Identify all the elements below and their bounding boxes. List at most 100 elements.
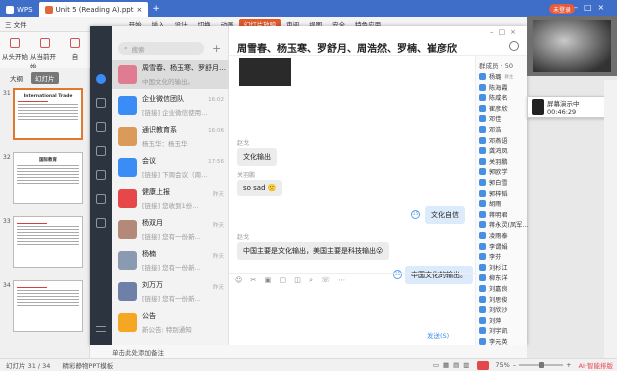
member-avatar [479,306,486,314]
conversation-item[interactable]: 通识教育系 杨玉华：杨玉华 16:06 [112,122,229,151]
camera-preview [527,16,617,76]
member-item[interactable]: 胡雨 [479,199,501,208]
view-buttons[interactable]: ▭▦▤▥ [429,361,478,369]
contacts-icon[interactable] [96,98,106,108]
member-item[interactable]: 崔彦欣 [479,104,508,113]
member-name: 郭欧学 [489,169,508,177]
member-item[interactable]: 郭梓韬 [479,189,508,198]
conversation-time: 昨天 [212,223,224,229]
member-avatar [479,115,486,123]
member-item[interactable]: 邓浩 [479,125,501,134]
wps-logo-icon [6,5,14,14]
member-item[interactable]: 杨璐 群主 [479,72,513,81]
member-item[interactable]: 邓佳 [479,114,501,123]
file-menu[interactable]: 三 文件 [0,19,32,29]
slide-number: 34 [3,282,11,289]
close-tab-icon[interactable]: × [137,6,143,14]
group-info-icon[interactable] [509,41,519,51]
custom-show-button[interactable]: 自 [60,38,90,71]
conversation-item[interactable]: 杨楠 [链接] 您有一份新... 昨天 [112,246,229,275]
notes-area[interactable]: 单击此处添加备注 [90,345,527,358]
workbench-icon[interactable] [96,170,106,180]
chat-window-controls[interactable]: –□× [490,28,521,36]
tab-slides[interactable]: 幻灯片 [31,72,59,84]
member-item[interactable]: 刘思俊 [479,295,508,304]
zoom-in-button[interactable]: + [563,361,574,369]
conversation-item[interactable]: 会议 [链接] 下周会议（周... 17:56 [112,153,229,182]
conversation-item[interactable]: 企业微信团队 [链接] 企业微信使用... 16:02 [112,91,229,120]
member-item[interactable]: 蒋明君 [479,210,508,219]
messages-icon[interactable] [96,74,106,84]
avatar [118,127,137,146]
shared-image[interactable] [239,58,291,86]
conversation-item[interactable]: 杨双月 [链接] 您有一份新... 昨天 [112,215,229,244]
member-item[interactable]: 刘欣沙 [479,305,508,314]
member-name: 胡雨 [489,201,502,209]
member-avatar [479,316,486,324]
calendar-icon[interactable] [96,122,106,132]
menu-icon[interactable] [96,326,106,332]
zoom-out-button[interactable]: – [510,361,519,369]
member-name: 刘萍 [489,317,502,325]
slide-thumbnail[interactable]: 国际教育 [13,152,83,204]
member-item[interactable]: 郭欧学 [479,167,508,176]
ai-layout-button[interactable]: AI·智能排版 [575,360,617,370]
member-item[interactable]: 刘萍 [479,316,501,325]
member-item[interactable]: 柳东洋 [479,273,508,282]
member-item[interactable]: 李芬 [479,252,501,261]
message-sender: 关羽鹏 [237,172,256,179]
member-name: 陈咸名 [489,95,508,103]
slide-thumb-title: International Trade [23,94,73,99]
screen-recording-indicator[interactable]: 屏幕演示中 00:46:29 [527,96,607,118]
read-count-badge[interactable]: 15 [411,210,420,219]
member-name: 李谓娟 [489,243,508,251]
docs-icon[interactable] [96,146,106,156]
member-avatar [479,253,486,261]
member-item[interactable]: 郭白雪 [479,178,508,187]
slide-thumbnail[interactable]: International Trade [13,88,83,140]
drive-icon[interactable] [96,218,106,228]
member-item[interactable]: 关羽鹏 [479,157,508,166]
search-input[interactable]: ⌕ 搜索 [118,42,204,55]
new-tab-button[interactable]: + [152,4,160,14]
member-item[interactable]: 龚鸿凤 [479,146,508,155]
input-toolbar[interactable]: ☺ ✂ ▣ ▢ ◫ ⌕ ☏ ⋯ [229,273,475,287]
member-item[interactable]: 刘宇凯 [479,326,508,335]
tab-outline[interactable]: 大纲 [6,72,27,84]
template-name: 精彩静物PPT模板 [62,362,114,370]
member-item[interactable]: 蒋永灵(凤军... [479,220,528,229]
title-bar: WPS Unit 5 (Reading A).ppt × + [0,0,617,17]
conversation-item[interactable]: 公告 新公告: 特别通知 [112,308,229,337]
play-from-start-button[interactable]: 从头开始 [0,38,30,71]
conversation-item[interactable]: 健康上报 [链接] 您收到1份... 昨天 [112,184,229,213]
conversation-item[interactable]: 刘万万 [链接] 您有一份新... 昨天 [112,277,229,306]
member-item[interactable]: 陈海霞 [479,83,508,92]
slide-number: 32 [3,154,11,161]
tab-wps-home[interactable]: WPS [0,2,39,17]
member-item[interactable]: 凌雨泰 [479,231,508,240]
window-controls[interactable]: –□× [574,3,610,12]
member-avatar [479,327,486,335]
play-from-current-button[interactable]: 从当前开始 [30,38,60,71]
send-button[interactable]: 发送(S) [427,330,449,340]
tab-document[interactable]: Unit 5 (Reading A).ppt × [38,2,149,17]
member-item[interactable]: 陈咸名 [479,93,508,102]
slide-thumbnail[interactable] [13,280,83,332]
add-conversation-button[interactable]: + [212,42,221,55]
member-item[interactable]: 李谓娟 [479,242,508,251]
slide-number: 31 [3,90,11,97]
member-name: 蒋明君 [489,211,508,219]
meeting-icon[interactable] [96,194,106,204]
member-name: 陈海霞 [489,84,508,92]
slide-thumbnail[interactable] [13,216,83,268]
signin-button[interactable]: 未登录 [548,4,575,14]
member-avatar [479,157,486,165]
zoom-slider[interactable] [519,362,564,368]
member-item[interactable]: 刘杉江 [479,263,508,272]
conversation-preview: 杨玉华：杨玉华 [142,140,188,148]
conversation-item[interactable]: 周雪春、杨玉寒、罗舒月… 中国文化的输出。 [112,60,229,89]
slideshow-play-button[interactable] [477,360,490,370]
member-item[interactable]: 刘嘉良 [479,284,508,293]
member-item[interactable]: 邓燕语 [479,136,508,145]
avatar [118,282,137,301]
